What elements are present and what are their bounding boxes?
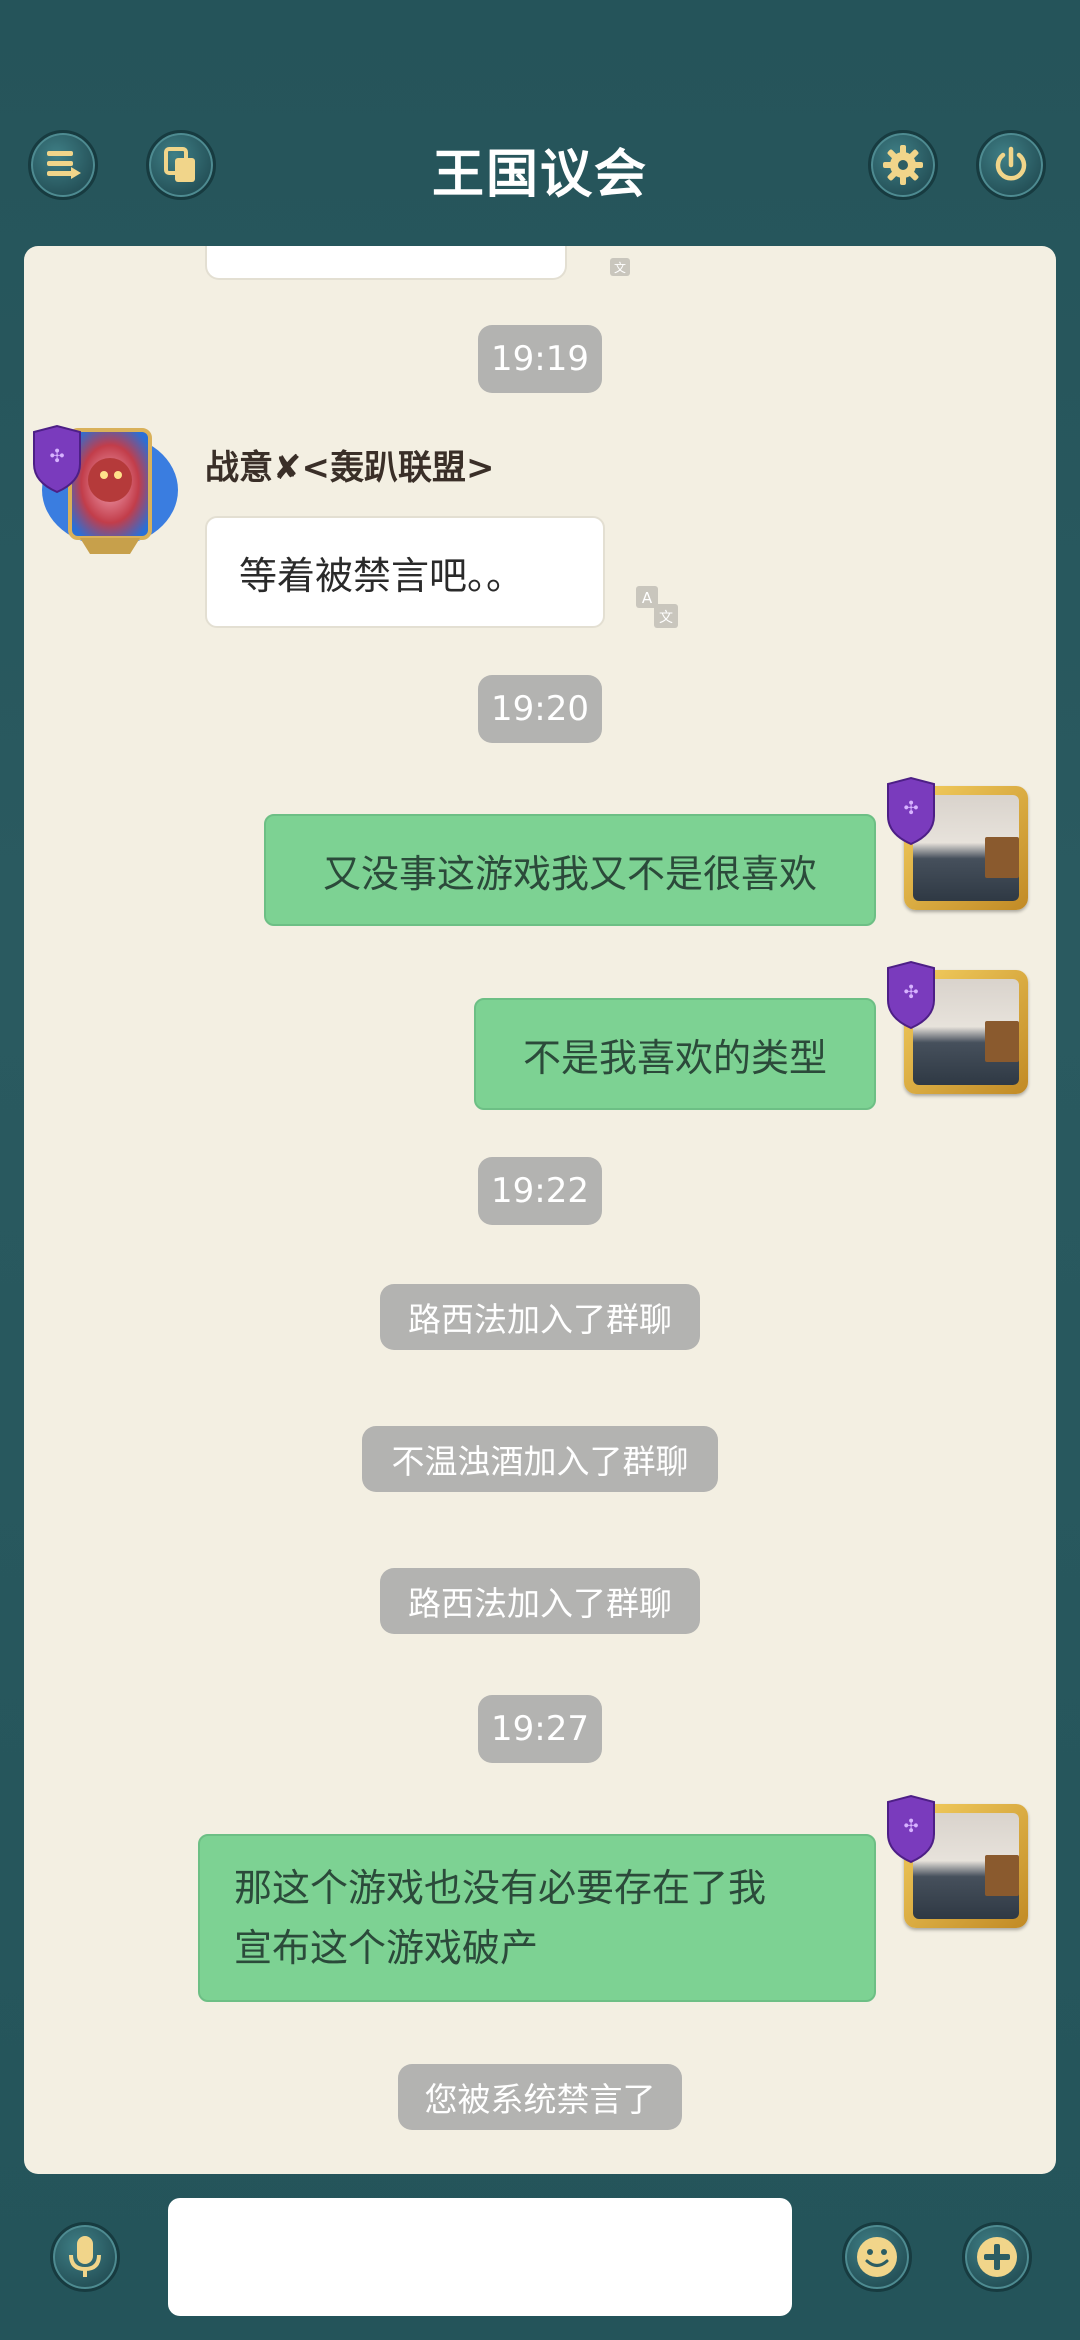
svg-text:✣: ✣ bbox=[903, 982, 918, 1003]
top-bar: 王国议会 bbox=[0, 0, 1080, 245]
emoji-button[interactable] bbox=[842, 2222, 912, 2292]
translate-icon[interactable]: A 文 bbox=[634, 584, 680, 630]
translate-icon[interactable]: 文 bbox=[594, 252, 638, 282]
partial-message-bubble bbox=[205, 246, 567, 280]
guild-shield-icon: ✣ bbox=[887, 960, 935, 1030]
timestamp-chip: 19:27 bbox=[478, 1695, 602, 1763]
message-input[interactable] bbox=[168, 2198, 792, 2316]
outgoing-message-bubble[interactable]: 不是我喜欢的类型 bbox=[474, 998, 876, 1110]
plus-icon bbox=[977, 2237, 1017, 2277]
gear-icon bbox=[883, 145, 923, 185]
guild-shield-icon: ✣ bbox=[887, 776, 935, 846]
power-button[interactable] bbox=[976, 130, 1046, 200]
svg-text:文: 文 bbox=[659, 610, 673, 626]
power-icon bbox=[995, 146, 1027, 181]
svg-text:✣: ✣ bbox=[903, 1816, 918, 1837]
svg-text:✣: ✣ bbox=[49, 446, 64, 467]
voice-button[interactable] bbox=[50, 2222, 120, 2292]
sender-name: 战意✘<轰趴联盟> bbox=[205, 448, 495, 488]
svg-text:A: A bbox=[642, 589, 653, 607]
settings-button[interactable] bbox=[868, 130, 938, 200]
system-message: 您被系统禁言了 bbox=[398, 2064, 682, 2130]
microphone-icon bbox=[69, 2236, 101, 2277]
outgoing-message-bubble[interactable]: 又没事这游戏我又不是很喜欢 bbox=[264, 814, 876, 926]
system-message: 路西法加入了群聊 bbox=[380, 1568, 700, 1634]
guild-shield-icon: ✣ bbox=[33, 424, 81, 494]
message-line: 宣布这个游戏破产 bbox=[234, 1926, 539, 1970]
system-message: 不温浊酒加入了群聊 bbox=[362, 1426, 718, 1492]
message-text: 等着被禁言吧。。 bbox=[239, 553, 525, 598]
outgoing-message-bubble[interactable]: 那这个游戏也没有必要存在了我 宣布这个游戏破产 bbox=[198, 1834, 876, 2002]
system-message: 路西法加入了群聊 bbox=[380, 1284, 700, 1350]
timestamp-chip: 19:19 bbox=[478, 325, 602, 393]
add-button[interactable] bbox=[962, 2222, 1032, 2292]
svg-text:文: 文 bbox=[614, 260, 626, 275]
emoji-icon bbox=[857, 2237, 897, 2277]
message-text: 又没事这游戏我又不是很喜欢 bbox=[322, 851, 817, 896]
svg-text:✣: ✣ bbox=[903, 798, 918, 819]
incoming-message-bubble[interactable]: 等着被禁言吧。。 bbox=[205, 516, 605, 628]
timestamp-chip: 19:20 bbox=[478, 675, 602, 743]
guild-shield-icon: ✣ bbox=[887, 1794, 935, 1864]
message-line: 那这个游戏也没有必要存在了我 bbox=[234, 1866, 767, 1910]
timestamp-chip: 19:22 bbox=[478, 1157, 602, 1225]
message-text: 不是我喜欢的类型 bbox=[522, 1035, 827, 1080]
